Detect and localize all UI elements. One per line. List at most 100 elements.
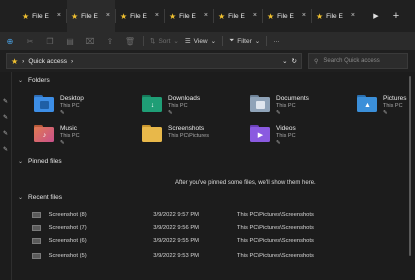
recent-files-section-header[interactable]: ⌄ Recent files	[18, 194, 62, 201]
chevron-down-icon: ⌄	[18, 78, 24, 84]
chevron-down-icon: ⌄	[254, 38, 261, 45]
quick-access-star-icon: ★	[120, 11, 128, 21]
table-row[interactable]: Screenshot (5) 3/9/2022 9:53 PM This PC\…	[32, 250, 332, 261]
file-name: Screenshot (5)	[48, 252, 87, 259]
tab-4[interactable]: ★ File E ×	[165, 0, 213, 32]
folder-location: This PC\Pictures	[168, 133, 209, 139]
chevron-down-icon: ⌄	[18, 159, 24, 165]
folder-location: This PC	[168, 103, 188, 109]
pinned-icon: ✎	[60, 110, 65, 116]
pictures-folder-icon: ▲	[357, 95, 377, 112]
cut-icon[interactable]: ✂	[23, 37, 37, 46]
tab-close-icon[interactable]: ×	[106, 12, 110, 19]
quick-access-star-icon: ★	[22, 11, 30, 21]
folder-tile-screenshots[interactable]: Screenshots This PC\Pictures	[142, 125, 209, 142]
view-button[interactable]: ☰ View ⌄	[185, 37, 216, 46]
sort-icon: ⇅	[150, 38, 156, 45]
tab-5[interactable]: ★ File E ×	[214, 0, 262, 32]
file-name: Screenshot (6)	[48, 237, 87, 244]
section-title: Pinned files	[28, 158, 62, 165]
pin-icon[interactable]: ✎	[3, 114, 8, 121]
pinned-icon: ✎	[168, 110, 173, 116]
folder-tile-pictures[interactable]: ▲ Pictures This PC ✎	[357, 95, 406, 116]
folders-section-header[interactable]: ⌄ Folders	[18, 77, 50, 84]
tab-label: File E	[326, 12, 343, 20]
pin-icon[interactable]: ✎	[3, 98, 8, 105]
pin-icon[interactable]: ✎	[3, 146, 8, 153]
file-location: This PC\Pictures\Screenshots	[236, 224, 314, 231]
quick-access-star-icon: ★	[11, 56, 19, 66]
breadcrumb-chevron-icon: ›	[22, 57, 25, 65]
tab-close-icon[interactable]: ×	[57, 12, 61, 19]
breadcrumb-quick-access[interactable]: Quick access	[28, 58, 67, 65]
folder-tile-videos[interactable]: ▶ Videos This PC ✎	[250, 125, 296, 146]
tab-close-icon[interactable]: ×	[302, 12, 306, 19]
tab-7[interactable]: ★ File E ×	[312, 0, 360, 32]
file-date: 3/9/2022 9:56 PM	[153, 224, 200, 231]
folder-tile-music[interactable]: ♪ Music This PC ✎	[34, 125, 80, 146]
tab-close-icon[interactable]: ×	[351, 12, 355, 19]
tab-close-icon[interactable]: ×	[155, 12, 159, 19]
share-icon[interactable]: ⇪	[103, 37, 117, 46]
tab-close-icon[interactable]: ×	[204, 12, 208, 19]
copy-icon[interactable]: ❐	[43, 37, 57, 46]
search-input[interactable]: ⚲ Search Quick access	[308, 53, 408, 69]
delete-icon[interactable]: 🗑	[123, 37, 137, 46]
tab-1[interactable]: ★ File E ×	[18, 0, 66, 32]
address-row: ★ › Quick access › ⌄ ↻ ⚲ Search Quick ac…	[0, 50, 415, 72]
search-icon: ⚲	[314, 58, 319, 65]
vertical-scrollbar[interactable]	[408, 72, 412, 280]
tab-label: File E	[277, 12, 294, 20]
new-tab-button[interactable]: +	[386, 0, 406, 32]
downloads-folder-icon: ↓	[142, 95, 162, 112]
folder-location: This PC	[60, 103, 80, 109]
tab-close-icon[interactable]: ×	[253, 12, 257, 19]
table-row[interactable]: Screenshot (6) 3/9/2022 9:55 PM This PC\…	[32, 235, 332, 246]
section-title: Recent files	[28, 194, 62, 201]
table-row[interactable]: Screenshot (8) 3/9/2022 9:57 PM This PC\…	[32, 209, 332, 220]
tab-scroll-right-icon[interactable]: ▶	[366, 0, 386, 32]
folder-name: Pictures	[383, 95, 407, 102]
folder-tile-documents[interactable]: Documents This PC ✎	[250, 95, 309, 116]
tab-label: File E	[228, 12, 245, 20]
tab-2[interactable]: ★ File E ×	[67, 0, 115, 32]
new-item-icon[interactable]: ⊕	[3, 37, 17, 46]
chevron-down-icon: ⌄	[18, 195, 24, 201]
pin-icon[interactable]: ✎	[3, 130, 8, 137]
tab-label: File E	[179, 12, 196, 20]
screenshots-folder-icon	[142, 125, 162, 142]
tab-6[interactable]: ★ File E ×	[263, 0, 311, 32]
documents-folder-icon	[250, 95, 270, 112]
sort-button[interactable]: ⇅ Sort ⌄	[150, 37, 179, 46]
breadcrumb-chevron-icon: ›	[71, 57, 74, 65]
navigation-pane: ✎ ✎ ✎ ✎	[0, 72, 12, 280]
address-dropdown-icon[interactable]: ⌄	[282, 57, 287, 65]
search-placeholder: Search Quick access	[323, 58, 380, 64]
pinned-icon: ✎	[276, 140, 281, 146]
scrollbar-thumb[interactable]	[409, 76, 411, 256]
pinned-files-section-header[interactable]: ⌄ Pinned files	[18, 158, 62, 165]
desktop-folder-icon	[34, 95, 54, 112]
folder-location: This PC	[276, 103, 296, 109]
refresh-icon[interactable]: ↻	[292, 57, 297, 65]
table-row[interactable]: Screenshot (7) 3/9/2022 9:56 PM This PC\…	[32, 222, 332, 233]
section-title: Folders	[28, 77, 50, 84]
paste-icon[interactable]: ▤	[63, 37, 77, 46]
folder-location: This PC	[383, 103, 403, 109]
pinned-icon: ✎	[60, 140, 65, 146]
pinned-empty-message: After you've pinned some files, we'll sh…	[175, 180, 316, 186]
more-options-button[interactable]: ···	[273, 38, 280, 45]
rename-icon[interactable]: ⌧	[83, 37, 97, 46]
pinned-icon: ✎	[276, 110, 281, 116]
folder-tile-downloads[interactable]: ↓ Downloads This PC ✎	[142, 95, 200, 116]
file-location: This PC\Pictures\Screenshots	[236, 237, 314, 244]
folder-tile-desktop[interactable]: Desktop This PC ✎	[34, 95, 84, 116]
tab-3[interactable]: ★ File E ×	[116, 0, 164, 32]
filter-label: Filter	[237, 37, 252, 45]
view-label: View	[193, 37, 208, 45]
quick-access-star-icon: ★	[218, 11, 226, 21]
tab-label: File E	[130, 12, 147, 20]
file-name: Screenshot (8)	[48, 211, 87, 218]
address-bar[interactable]: ★ › Quick access › ⌄ ↻	[6, 53, 302, 69]
filter-button[interactable]: ⏷ Filter ⌄	[229, 37, 260, 45]
